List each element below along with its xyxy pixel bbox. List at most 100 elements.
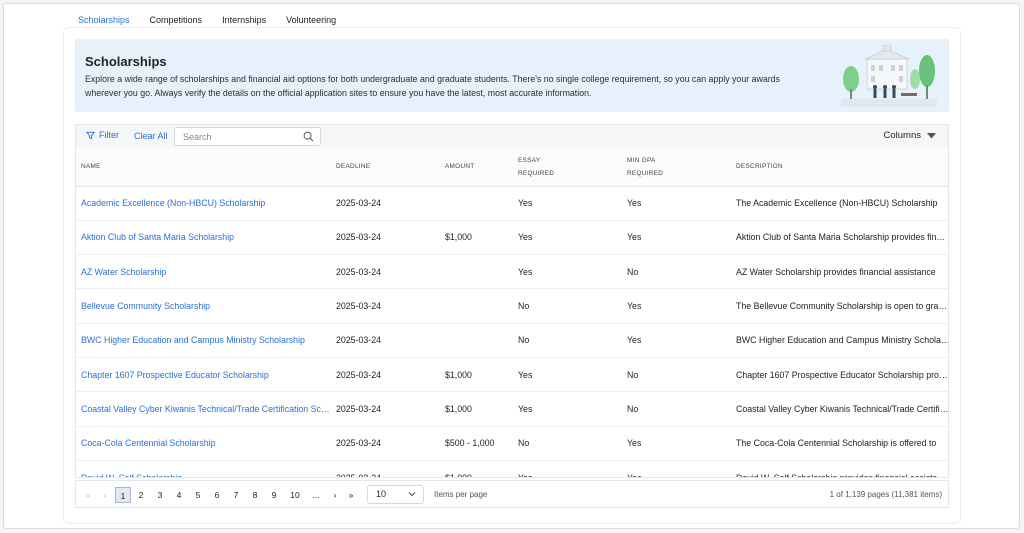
description-cell: The Bellevue Community Scholarship is op…: [731, 288, 948, 324]
page-button-4[interactable]: 4: [171, 487, 187, 503]
page-button-8[interactable]: 8: [247, 487, 263, 503]
table-row: BWC Higher Education and Campus Ministry…: [76, 323, 948, 358]
page-button-7[interactable]: 7: [228, 487, 244, 503]
column-header-amount[interactable]: AMOUNT: [440, 148, 513, 187]
table-header-row: NAME DEADLINE AMOUNT ESSAY REQUIRED MIN G…: [76, 148, 948, 187]
amount-cell: [440, 254, 513, 290]
scholarship-name-link[interactable]: Aktion Club of Santa Maria Scholarship: [76, 220, 331, 256]
description-cell: Aktion Club of Santa Maria Scholarship p…: [731, 220, 948, 256]
deadline-cell: 2025-03-24: [331, 460, 440, 477]
page-ellipsis-button[interactable]: ...: [307, 487, 325, 503]
page-title: Scholarships: [85, 54, 167, 69]
table-row: Coastal Valley Cyber Kiwanis Technical/T…: [76, 391, 948, 427]
column-header-name[interactable]: NAME: [76, 148, 331, 187]
next-page-button[interactable]: ›: [327, 487, 343, 503]
essay-required-cell: No: [513, 426, 622, 461]
last-page-button[interactable]: »: [343, 487, 359, 503]
table-row: Chapter 1607 Prospective Educator Schola…: [76, 357, 948, 393]
deadline-cell: 2025-03-24: [331, 288, 440, 324]
min-gpa-cell: No: [622, 254, 731, 290]
table-row: Bellevue Community Scholarship 2025-03-2…: [76, 288, 948, 324]
page-button-10[interactable]: 10: [285, 487, 305, 503]
description-cell: David W. Self Scholarship provides finan…: [731, 460, 948, 477]
scholarship-name-link[interactable]: Chapter 1607 Prospective Educator Schola…: [76, 357, 331, 393]
column-header-description[interactable]: DESCRIPTION: [731, 148, 948, 187]
description-cell: AZ Water Scholarship provides financial …: [731, 254, 948, 290]
description-cell: Chapter 1607 Prospective Educator Schola…: [731, 357, 948, 393]
min-gpa-cell: Yes: [622, 186, 731, 221]
page-button-1[interactable]: 1: [115, 487, 131, 503]
filter-button[interactable]: Filter: [86, 130, 119, 140]
filter-icon: [86, 131, 95, 139]
campus-illustration-icon: [841, 45, 937, 107]
scholarship-name-link[interactable]: Coca-Cola Centennial Scholarship: [76, 426, 331, 461]
clear-all-button[interactable]: Clear All: [134, 131, 168, 141]
info-banner: Scholarships Explore a wide range of sch…: [75, 39, 949, 112]
essay-required-cell: Yes: [513, 357, 622, 393]
min-gpa-cell: Yes: [622, 460, 731, 477]
amount-cell: $1,000: [440, 460, 513, 477]
columns-label: Columns: [883, 130, 922, 141]
min-gpa-cell: Yes: [622, 288, 731, 324]
prev-page-button[interactable]: ‹: [97, 487, 113, 503]
amount-cell: [440, 186, 513, 221]
scholarship-name-link[interactable]: AZ Water Scholarship: [76, 254, 331, 290]
scholarship-name-link[interactable]: Coastal Valley Cyber Kiwanis Technical/T…: [76, 391, 331, 427]
search-icon[interactable]: [303, 131, 314, 142]
deadline-cell: 2025-03-24: [331, 426, 440, 461]
amount-cell: $1,000: [440, 220, 513, 256]
page-button-2[interactable]: 2: [133, 487, 149, 503]
amount-cell: [440, 323, 513, 358]
min-gpa-cell: Yes: [622, 426, 731, 461]
min-gpa-cell: Yes: [622, 323, 731, 358]
amount-cell: $1,000: [440, 357, 513, 393]
column-header-essay-required[interactable]: ESSAY REQUIRED: [513, 148, 622, 187]
table-row: Coca-Cola Centennial Scholarship 2025-03…: [76, 426, 948, 461]
min-gpa-cell: Yes: [622, 220, 731, 256]
content-panel: Scholarships Explore a wide range of sch…: [64, 28, 960, 523]
description-cell: BWC Higher Education and Campus Ministry…: [731, 323, 948, 358]
essay-required-cell: Yes: [513, 460, 622, 477]
description-cell: The Academic Excellence (Non-HBCU) Schol…: [731, 186, 948, 221]
amount-cell: [440, 288, 513, 324]
column-header-min-gpa-required[interactable]: MIN GPA REQUIRED: [622, 148, 731, 187]
pagination-bar: « ‹ 1 2 3 4 5 6 7 8 9 10 ... › » 10 Item…: [75, 480, 949, 508]
items-per-page-label: Items per page: [434, 490, 488, 499]
results-table-container[interactable]: NAME DEADLINE AMOUNT ESSAY REQUIRED MIN G…: [75, 148, 949, 478]
page-button-5[interactable]: 5: [190, 487, 206, 503]
essay-required-cell: No: [513, 288, 622, 324]
min-gpa-cell: No: [622, 357, 731, 393]
scholarship-name-link[interactable]: Academic Excellence (Non-HBCU) Scholarsh…: [76, 186, 331, 221]
essay-required-cell: No: [513, 323, 622, 358]
columns-dropdown[interactable]: Columns: [883, 130, 936, 141]
first-page-button[interactable]: «: [80, 487, 96, 503]
description-cell: Coastal Valley Cyber Kiwanis Technical/T…: [731, 391, 948, 427]
scholarship-name-link[interactable]: Bellevue Community Scholarship: [76, 288, 331, 324]
table-row: AZ Water Scholarship 2025-03-24 Yes No A…: [76, 254, 948, 290]
amount-cell: $500 - 1,000: [440, 426, 513, 461]
pagination-summary: 1 of 1,139 pages (11,381 items): [829, 490, 942, 499]
deadline-cell: 2025-03-24: [331, 220, 440, 256]
search-input[interactable]: [175, 128, 295, 145]
deadline-cell: 2025-03-24: [331, 323, 440, 358]
scholarship-name-link[interactable]: BWC Higher Education and Campus Ministry…: [76, 323, 331, 358]
page-button-9[interactable]: 9: [266, 487, 282, 503]
chevron-down-icon: [408, 492, 416, 497]
items-per-page-select[interactable]: 10: [367, 485, 424, 504]
search-box: [174, 127, 321, 146]
deadline-cell: 2025-03-24: [331, 391, 440, 427]
results-table: NAME DEADLINE AMOUNT ESSAY REQUIRED MIN G…: [76, 148, 948, 477]
page-button-3[interactable]: 3: [152, 487, 168, 503]
deadline-cell: 2025-03-24: [331, 186, 440, 221]
essay-required-cell: Yes: [513, 254, 622, 290]
essay-required-cell: Yes: [513, 391, 622, 427]
min-gpa-cell: No: [622, 391, 731, 427]
table-row: Academic Excellence (Non-HBCU) Scholarsh…: [76, 186, 948, 221]
amount-cell: $1,000: [440, 391, 513, 427]
table-row: David W. Self Scholarship 2025-03-24 $1,…: [76, 460, 948, 477]
column-header-deadline[interactable]: DEADLINE: [331, 148, 440, 187]
banner-description: Explore a wide range of scholarships and…: [85, 74, 780, 98]
page-button-6[interactable]: 6: [209, 487, 225, 503]
scholarship-name-link[interactable]: David W. Self Scholarship: [76, 460, 331, 477]
filter-label: Filter: [99, 130, 119, 140]
